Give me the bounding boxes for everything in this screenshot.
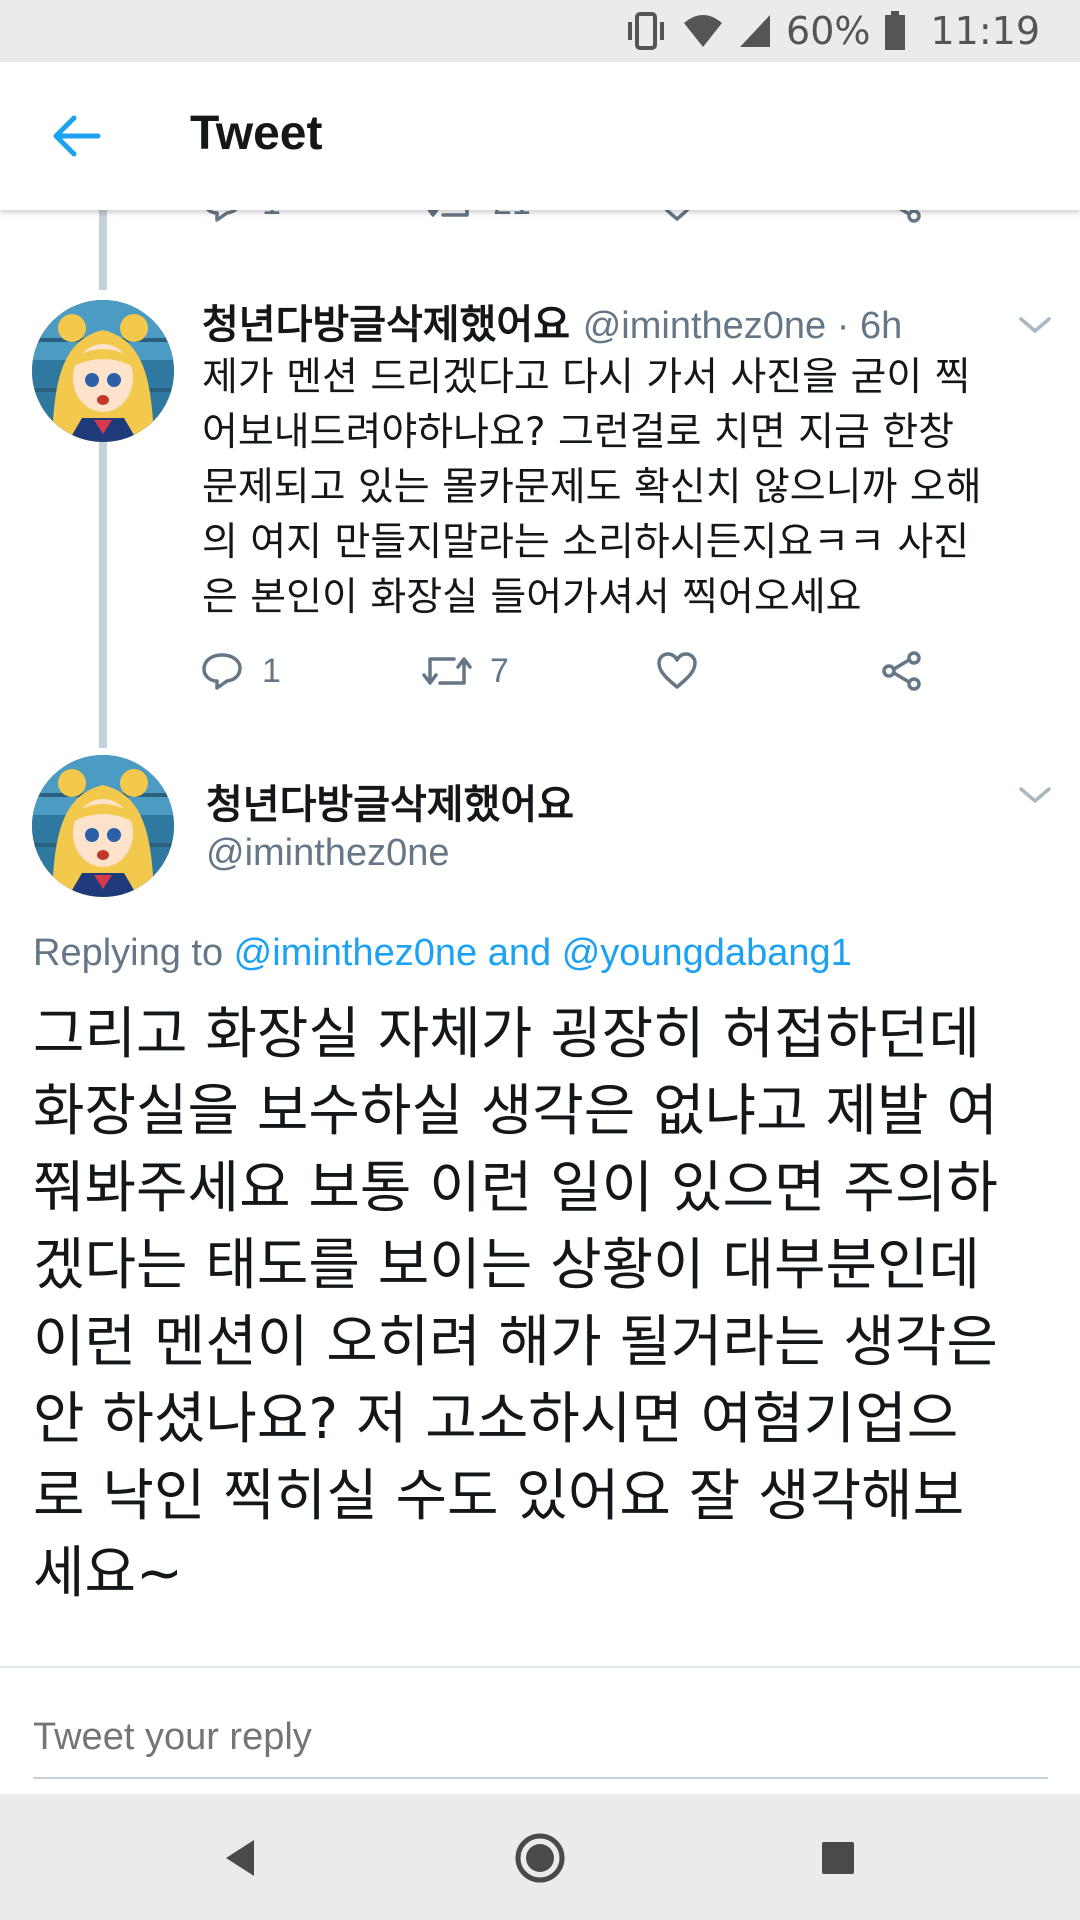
reply-count: 1 <box>262 651 281 690</box>
tweet-text-line: 쭤봐주세요 보통 이런 일이 있으면 주의하 <box>33 1156 998 1221</box>
status-bar: 60% 11:19 <box>0 0 1080 62</box>
battery-icon <box>885 11 906 50</box>
user-handle[interactable]: @iminthez0ne <box>206 832 449 875</box>
tweet-text-line: 로 낙인 찍히실 수도 있어요 잘 생각해보 <box>33 1464 965 1529</box>
back-button[interactable] <box>46 106 106 166</box>
avatar[interactable] <box>32 300 174 442</box>
user-handle[interactable]: @iminthez0ne <box>583 305 826 347</box>
like-action[interactable] <box>655 646 699 696</box>
display-name[interactable]: 청년다방글삭제했어요 <box>206 772 574 830</box>
heart-icon <box>657 652 697 689</box>
tweet-text-line: 제가 멘션 드리겠다고 다시 가서 사진을 굳이 찍 <box>202 355 971 400</box>
tweet-text-line: 이런 멘션이 오히려 해가 될거라는 생각은 <box>33 1310 998 1375</box>
replying-prefix: Replying to <box>33 932 234 974</box>
tweet-text-line: 은 본인이 화장실 들어가셔서 찍어오세요 <box>202 575 862 620</box>
app-header: Tweet <box>0 62 1080 210</box>
input-underline <box>33 1777 1048 1779</box>
status-icons: 60% 11:19 <box>624 8 1040 54</box>
battery-percent: 60% <box>786 9 871 53</box>
reply-input[interactable] <box>33 1712 1048 1762</box>
tweet-text: 제가 멘션 드리겠다고 다시 가서 사진을 굳이 찍 어보내드려야하나요? 그런… <box>202 350 1042 625</box>
divider <box>0 1666 1080 1668</box>
page-title: Tweet <box>190 107 323 160</box>
retweet-count: 7 <box>490 651 509 690</box>
avatar-image <box>32 300 174 442</box>
arrow-left-icon <box>53 115 101 157</box>
home-circle-icon[interactable] <box>512 1830 568 1886</box>
meta-separator: · <box>826 305 860 347</box>
chevron-down-icon[interactable] <box>1015 305 1055 345</box>
tweet-text-line: 문제되고 있는 몰카문제도 확신치 않으니까 오해 <box>202 465 982 510</box>
tweet-text: 그리고 화장실 자체가 굉장히 허접하던데 화장실을 보수하실 생각은 없냐고 … <box>33 996 1063 1612</box>
tweet-header: 청년다방글삭제했어요 @iminthez0ne · 6h <box>202 292 1032 350</box>
back-triangle-icon[interactable] <box>214 1830 270 1886</box>
signal-icon <box>740 15 771 47</box>
tweet-text-line: 어보내드려야하나요? 그런걸로 치면 지금 한창 <box>202 410 955 455</box>
clock: 11:19 <box>930 9 1040 53</box>
chevron-down-icon[interactable] <box>1015 775 1055 815</box>
tweet-text-line: 그리고 화장실 자체가 굉장히 허접하던데 <box>33 1002 981 1067</box>
recents-square-icon[interactable] <box>810 1830 866 1886</box>
tweet-text-line: 의 여지 만들지말라는 소리하시든지요ㅋㅋ 사진 <box>202 520 970 565</box>
reply-action[interactable]: 1 <box>200 646 281 696</box>
tweet-text-line: 화장실을 보수하실 생각은 없냐고 제발 여 <box>33 1079 998 1144</box>
tweet-time: 6h <box>859 305 903 347</box>
retweet-icon <box>422 657 472 685</box>
thread-line-lower <box>99 440 107 748</box>
tweet-text-line: 겠다는 태도를 보이는 상황이 대부분인데 <box>33 1233 981 1298</box>
mention-link[interactable]: @youngdabang1 <box>562 932 852 974</box>
share-icon <box>882 651 921 691</box>
share-action[interactable] <box>880 646 924 696</box>
tweet-text-line: 안 하셨나요? 저 고소하시면 여혐기업으 <box>33 1387 959 1452</box>
tweet-actions: 1 7 <box>200 646 960 696</box>
display-name[interactable]: 청년다방글삭제했어요 <box>202 302 570 348</box>
navigation-bar <box>0 1794 1080 1920</box>
tweet-text-line: 세요~ <box>33 1541 183 1606</box>
wifi-icon <box>684 15 723 47</box>
avatar-image <box>32 755 174 897</box>
avatar[interactable] <box>32 755 174 897</box>
retweet-action[interactable]: 7 <box>422 646 509 696</box>
reply-icon <box>202 653 242 690</box>
replying-to: Replying to @iminthez0ne and @youngdaban… <box>33 932 852 975</box>
replying-and: and <box>477 932 562 974</box>
mention-link[interactable]: @iminthez0ne <box>234 932 477 974</box>
vibrate-icon <box>628 12 665 50</box>
